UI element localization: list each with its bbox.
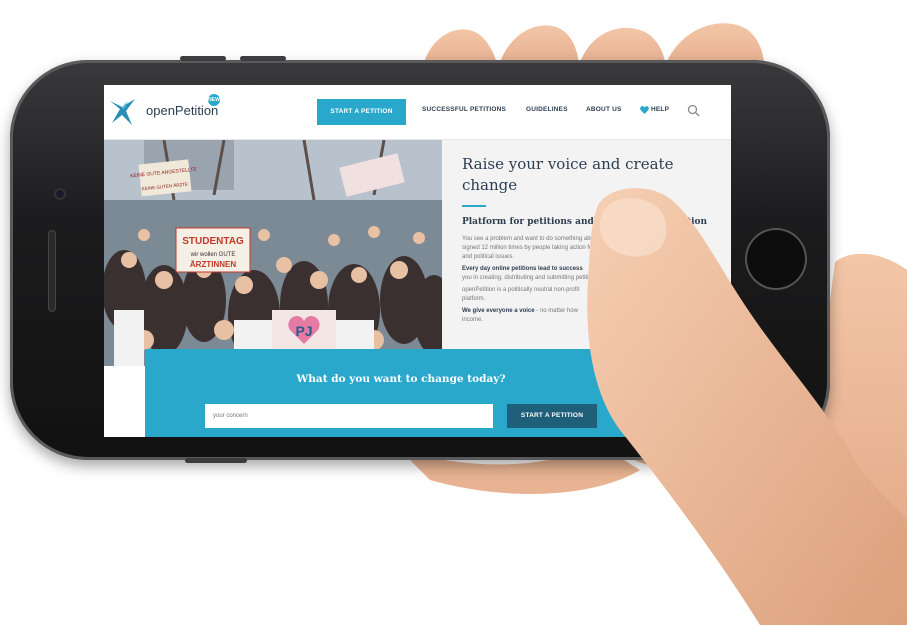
thumb [587,188,907,625]
